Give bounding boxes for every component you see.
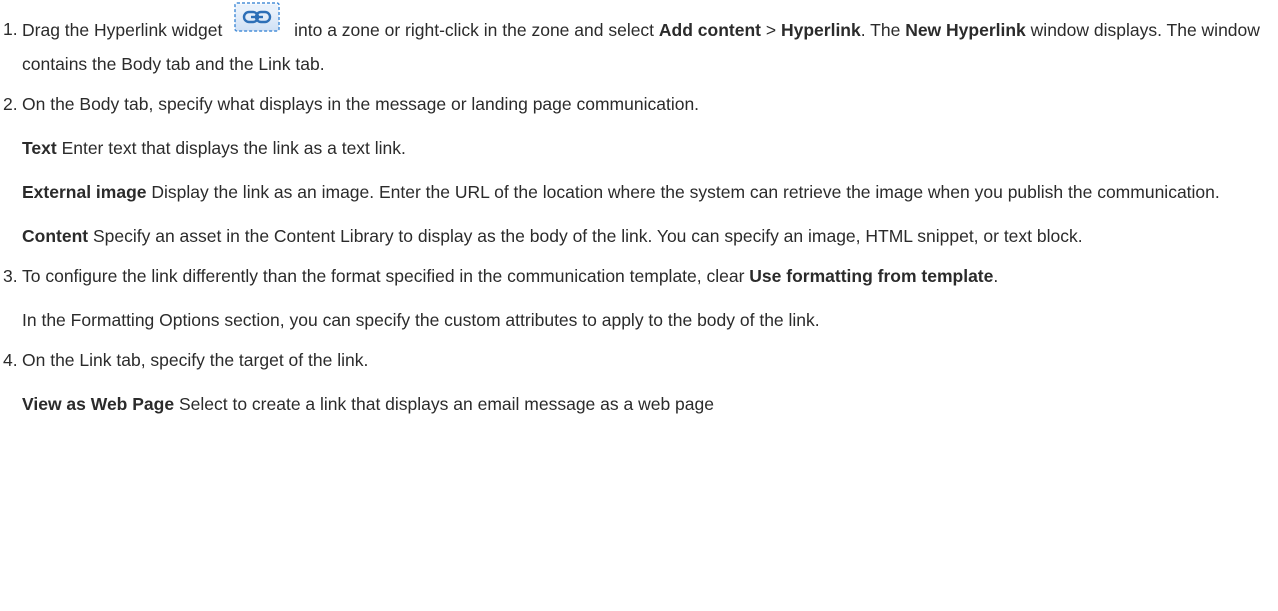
procedure-steps: 1. Drag the Hyperlink widget into a zone… [0, 2, 1278, 421]
option-use-formatting: Use formatting from template [749, 266, 994, 286]
option-description: Select to create a link that displays an… [178, 394, 714, 414]
option-term: Content [22, 226, 89, 246]
step-number: 4. [3, 350, 18, 370]
step-1-text: Drag the Hyperlink widget into a zone or… [22, 2, 1278, 81]
menu-path-hyperlink: Hyperlink [780, 20, 861, 40]
option-external-image: External image Display the link as an im… [22, 175, 1278, 209]
step-2: 2. On the Body tab, specify what display… [0, 87, 1278, 253]
step-3-note: In the Formatting Options section, you c… [22, 310, 820, 330]
step-4-text: On the Link tab, specify the target of t… [22, 350, 369, 370]
option-content: Content Specify an asset in the Content … [22, 219, 1278, 253]
option-description: Enter text that displays the link as a t… [61, 138, 406, 158]
hyperlink-widget-icon [231, 0, 283, 34]
option-term: View as Web Page [22, 394, 175, 414]
step-number: 3. [3, 266, 18, 286]
option-description: Display the link as an image. Enter the … [151, 182, 1220, 202]
option-term: External image [22, 182, 147, 202]
step-4: 4. On the Link tab, specify the target o… [0, 343, 1278, 421]
step-2-text: On the Body tab, specify what displays i… [22, 94, 700, 114]
option-text: Text Enter text that displays the link a… [22, 131, 1278, 165]
step-3-text: To configure the link differently than t… [22, 266, 999, 286]
menu-path-add-content: Add content [658, 20, 761, 40]
step-number: 1. [3, 19, 18, 39]
option-view-as-web-page: View as Web Page Select to create a link… [22, 387, 1278, 421]
step-number: 2. [3, 94, 18, 114]
step-1: 1. Drag the Hyperlink widget into a zone… [0, 2, 1278, 81]
option-term: Text [22, 138, 57, 158]
step-3: 3. To configure the link differently tha… [0, 259, 1278, 337]
window-name: New Hyperlink [905, 20, 1026, 40]
option-description: Specify an asset in the Content Library … [92, 226, 1083, 246]
